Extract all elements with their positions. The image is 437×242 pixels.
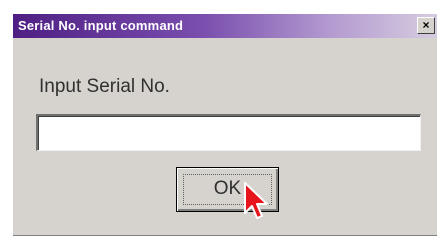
title-bar[interactable]: Serial No. input command × [13, 14, 437, 38]
serial-prompt-label: Input Serial No. [39, 76, 170, 97]
window-title: Serial No. input command [18, 18, 184, 33]
serial-number-dialog: Serial No. input command × Input Serial … [12, 14, 437, 236]
mouse-pointer-icon [244, 182, 268, 219]
close-icon: × [422, 18, 430, 32]
close-button[interactable]: × [417, 17, 435, 34]
serial-number-input[interactable] [36, 114, 421, 151]
ok-button-label: OK [213, 178, 242, 199]
